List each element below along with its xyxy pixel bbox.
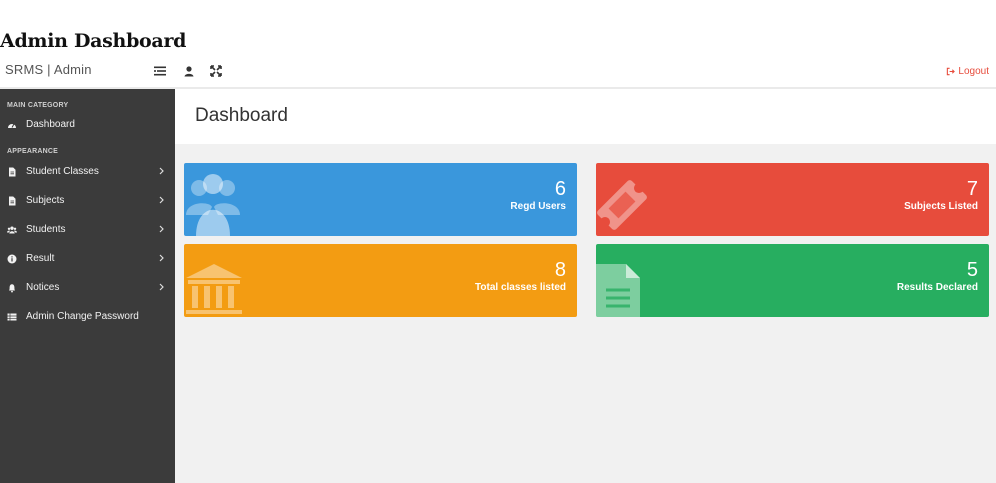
card-label: Subjects Listed: [904, 201, 978, 212]
card-count: 8: [554, 259, 566, 281]
chevron-right-icon: [158, 282, 165, 292]
bell-icon: [7, 283, 17, 293]
stat-card-regd-users[interactable]: 6 Regd Users: [184, 163, 577, 236]
sidebar-item-label: Subjects: [26, 195, 65, 206]
sidebar: MAIN CATEGORY Dashboard APPEARANCE Stude…: [0, 89, 175, 483]
card-count: 7: [966, 178, 978, 200]
sidebar-category-main: MAIN CATEGORY: [7, 102, 69, 109]
chevron-right-icon: [158, 195, 165, 205]
stat-card-subjects-listed[interactable]: 7 Subjects Listed: [596, 163, 989, 236]
user-icon[interactable]: [182, 64, 196, 78]
sidebar-item-students[interactable]: Students: [0, 215, 175, 244]
sidebar-item-notices[interactable]: Notices: [0, 273, 175, 302]
file-icon: [7, 196, 17, 206]
sidebar-item-subjects[interactable]: Subjects: [0, 186, 175, 215]
sidebar-item-label: Notices: [26, 282, 60, 293]
users-group-icon: [184, 163, 254, 236]
chevron-right-icon: [158, 253, 165, 263]
card-count: 6: [554, 178, 566, 200]
main-content: Dashboard 6 Regd Users 7 Subjects Listed…: [175, 89, 996, 483]
sidebar-item-label: Admin Change Password: [26, 311, 139, 322]
card-label: Regd Users: [510, 201, 566, 212]
list-icon: [7, 312, 17, 322]
sidebar-item-student-classes[interactable]: Student Classes: [0, 157, 175, 186]
card-count: 5: [966, 259, 978, 281]
users-icon: [7, 225, 17, 235]
sidebar-item-dashboard[interactable]: Dashboard: [0, 110, 175, 139]
main-header: Dashboard: [175, 89, 996, 144]
sidebar-item-result[interactable]: Result: [0, 244, 175, 273]
stat-card-results-declared[interactable]: 5 Results Declared: [596, 244, 989, 317]
page-title: Dashboard: [195, 105, 288, 126]
chevron-right-icon: [158, 224, 165, 234]
sidebar-item-label: Student Classes: [26, 166, 99, 177]
list-toggle-icon[interactable]: [153, 64, 167, 78]
chevron-right-icon: [158, 166, 165, 176]
page-heading: Admin Dashboard: [0, 30, 187, 52]
info-icon: [7, 254, 17, 264]
sidebar-item-label: Result: [26, 253, 55, 264]
expand-icon[interactable]: [209, 64, 223, 78]
sidebar-item-label: Dashboard: [26, 119, 75, 130]
ticket-icon: [596, 163, 666, 236]
card-label: Total classes listed: [475, 282, 566, 293]
dashboard-icon: [7, 120, 17, 130]
sidebar-item-label: Students: [26, 224, 66, 235]
logout-link[interactable]: Logout: [946, 66, 989, 77]
card-label: Results Declared: [896, 282, 978, 293]
brand[interactable]: SRMS | Admin: [5, 62, 92, 77]
top-navbar: SRMS | Admin Logout: [0, 54, 996, 90]
document-icon: [596, 244, 666, 317]
sidebar-category-appearance: APPEARANCE: [7, 148, 59, 155]
stat-card-total-classes[interactable]: 8 Total classes listed: [184, 244, 577, 317]
sidebar-item-admin-change-password[interactable]: Admin Change Password: [0, 302, 175, 331]
logout-icon: [947, 67, 956, 76]
bank-icon: [184, 244, 254, 317]
file-icon: [7, 167, 17, 177]
logout-label: Logout: [958, 66, 989, 77]
